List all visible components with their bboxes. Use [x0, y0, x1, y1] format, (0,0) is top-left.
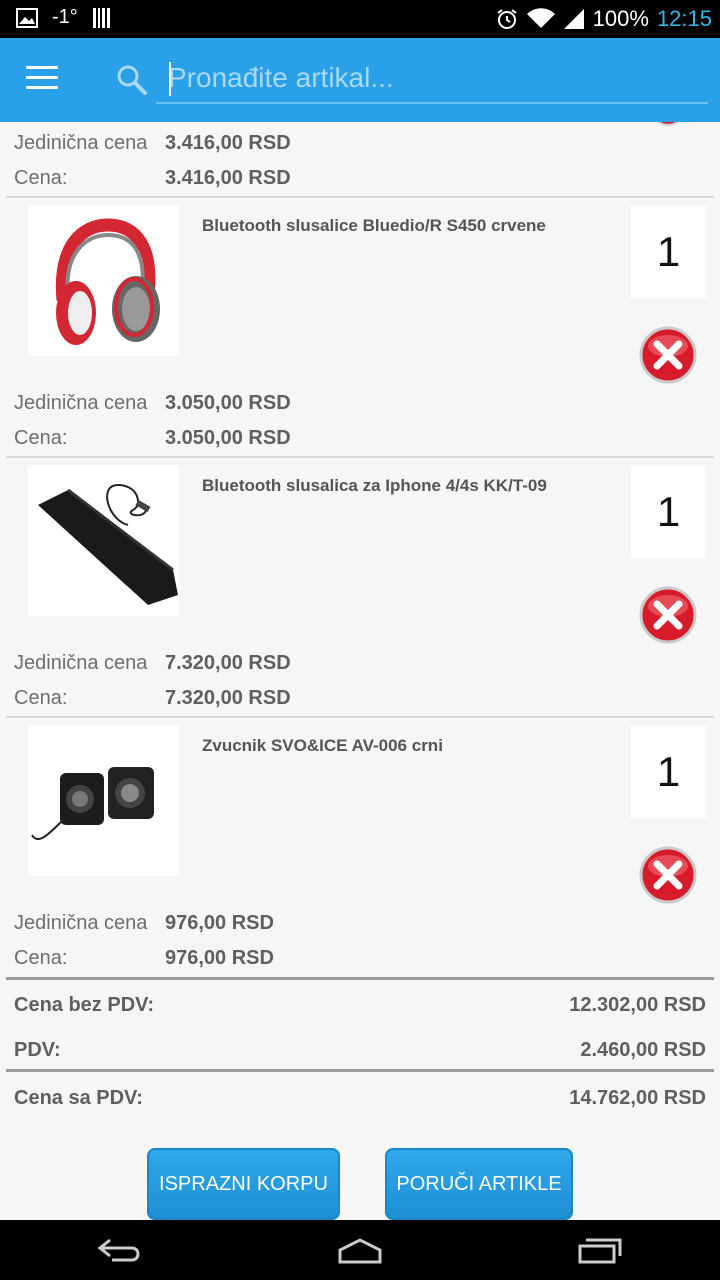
wifi-icon [526, 8, 555, 29]
item-divider [6, 716, 714, 718]
summary-divider [6, 1069, 714, 1072]
price-value: 976,00 RSD [165, 947, 274, 969]
unit-price-value: 976,00 RSD [165, 912, 274, 934]
alarm-icon [497, 9, 517, 29]
home-icon[interactable] [336, 1234, 384, 1266]
vat-value: 2.460,00 RSD [580, 1039, 706, 1061]
battery-percent: 100% [592, 6, 649, 31]
remove-item-icon[interactable] [639, 846, 697, 904]
remove-item-button-partial[interactable] [639, 122, 697, 126]
product-name[interactable]: Bluetooth slusalice Bluedio/R S450 crven… [202, 216, 546, 236]
navigation-bar [0, 1220, 720, 1280]
search-input[interactable] [156, 56, 708, 100]
search-field[interactable] [156, 56, 708, 104]
product-name[interactable]: Bluetooth slusalica za Iphone 4/4s KK/T-… [202, 476, 547, 496]
back-icon[interactable] [96, 1234, 144, 1266]
price-value: 3.416,00 RSD [165, 167, 291, 189]
unit-price-label: Jedinična cena [14, 912, 148, 934]
price-label: Cena: [14, 167, 68, 189]
gross-price-label: Cena sa PDV: [14, 1087, 143, 1109]
cart-list[interactable]: Jedinična cena 3.416,00 RSD Cena: 3.416,… [0, 122, 720, 1220]
unit-price-label: Jedinična cena [14, 652, 148, 674]
quantity-field[interactable]: 1 [631, 466, 706, 558]
barcode-icon [92, 7, 110, 28]
unit-price-value: 3.416,00 RSD [165, 132, 291, 154]
product-image-headphones[interactable] [28, 205, 179, 356]
vat-label: PDV: [14, 1039, 61, 1061]
product-image-speakers[interactable] [28, 725, 179, 876]
clock: 12:15 [656, 6, 712, 31]
price-label: Cena: [14, 687, 68, 709]
image-notification-icon [16, 7, 38, 28]
unit-price-value: 7.320,00 RSD [165, 652, 291, 674]
net-price-value: 12.302,00 RSD [569, 994, 706, 1016]
search-icon[interactable] [116, 64, 148, 96]
remove-item-icon[interactable] [639, 326, 697, 384]
item-divider [6, 196, 714, 198]
price-label: Cena: [14, 427, 68, 449]
status-bar: -1° 100% 12:15 [0, 0, 720, 38]
order-items-button[interactable]: PORUČI ARTIKLE [385, 1148, 573, 1220]
remove-item-icon[interactable] [639, 586, 697, 644]
net-price-label: Cena bez PDV: [14, 994, 155, 1016]
unit-price-value: 3.050,00 RSD [165, 392, 291, 414]
text-cursor [169, 62, 171, 96]
price-label: Cena: [14, 947, 68, 969]
empty-cart-button[interactable]: ISPRAZNI KORPU [147, 1148, 340, 1220]
price-value: 3.050,00 RSD [165, 427, 291, 449]
item-divider [6, 456, 714, 458]
cell-signal-icon [563, 9, 584, 29]
app-bar [0, 38, 720, 122]
summary-divider [6, 977, 714, 980]
recent-apps-icon[interactable] [576, 1234, 624, 1266]
unit-price-label: Jedinična cena [14, 392, 148, 414]
product-name[interactable]: Zvucnik SVO&ICE AV-006 crni [202, 736, 443, 756]
gross-price-value: 14.762,00 RSD [569, 1087, 706, 1109]
quantity-field[interactable]: 1 [631, 206, 706, 298]
price-value: 7.320,00 RSD [165, 687, 291, 709]
unit-price-label: Jedinična cena [14, 132, 148, 154]
temperature-indicator: -1° [52, 6, 78, 28]
hamburger-menu-icon[interactable] [26, 66, 58, 94]
product-image-headset[interactable] [28, 465, 179, 616]
quantity-field[interactable]: 1 [631, 726, 706, 818]
